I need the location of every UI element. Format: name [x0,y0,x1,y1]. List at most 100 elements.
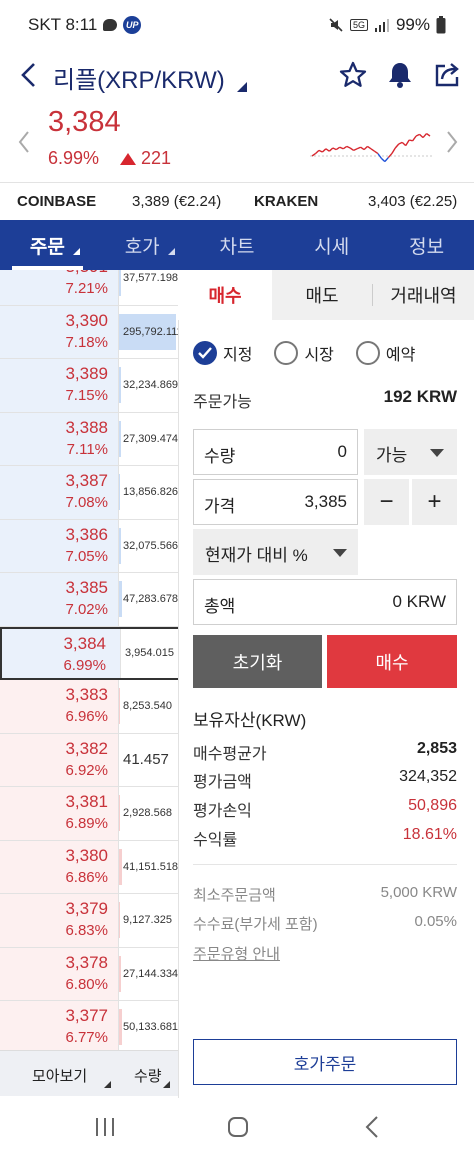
tab-order[interactable]: 주문 [0,220,95,270]
quantity-field[interactable]: 수량 0 [193,429,358,475]
quantity-toggle-button[interactable]: 수량 [134,1065,162,1086]
recent-apps-button[interactable] [88,1112,122,1142]
orderbook-qty-bar [119,527,121,564]
orderbook-price: 3,388 [65,417,108,437]
sparkline-segment [342,145,348,150]
order-guide-link[interactable]: 주문유형 안내 [193,943,280,964]
price-decrease-button[interactable]: − [364,479,409,525]
sparkline-segment [370,148,375,152]
orderbook-rate: 6.96% [65,708,108,725]
sparkline-segment [419,133,424,139]
orderbook-qty-bar [119,955,121,992]
price-summary: 3,384 6.99% 221 [0,102,474,182]
order-type-reserve[interactable]: 예약 [355,341,415,365]
orderbook-qty: 41,151.518 [123,860,178,873]
title-dropdown-icon[interactable] [237,82,247,92]
orderbook-rate: 6.83% [65,922,108,939]
tab-market[interactable]: 시세 [284,220,379,270]
order-type-limit[interactable]: 지정 [193,341,252,365]
tab-order-caret-icon [72,248,80,255]
sparkline-segment [328,147,334,152]
order-tab-history[interactable]: 거래내역 [373,270,474,320]
prev-coin-icon[interactable] [16,130,32,154]
tab-orderbook[interactable]: 호가 [95,220,190,270]
orderbook-row[interactable]: 3,377 6.77% 50,133.681 [0,1001,178,1050]
sparkline-segment [374,150,379,155]
orderbook-rate: 6.77% [65,1029,108,1046]
orderbook-qty-bar [119,795,120,831]
quote-order-button[interactable]: 호가주문 [193,1039,457,1085]
sparkline-chart [310,133,432,163]
orderbook-price: 3,389 [65,364,108,383]
orderbook-row[interactable]: 3,387 7.08% 13,856.826 [0,466,178,520]
system-back-button[interactable] [355,1112,389,1142]
order-tabs: 매수 매도 거래내역 [178,270,474,320]
orderbook-row[interactable]: 3,383 6.96% 8,253.540 [0,680,178,734]
holding-value: 50,896 [408,797,457,814]
recent-apps-icon [96,1118,114,1136]
price-increase-button[interactable]: + [412,479,457,525]
buy-button[interactable]: 매수 [327,635,457,688]
orderbook[interactable]: 3,391 7.21% 37,577.198 3,390 7.18% 295,792.11… [0,270,178,1050]
home-button[interactable] [221,1112,255,1142]
orderbook-price: 3,381 [65,792,108,811]
orderbook-price: 3,383 [65,685,108,704]
fee-label: 수수료(부가세 포함) [193,916,318,933]
orderbook-row[interactable]: 3,385 7.02% 47,283.678 [0,573,178,627]
orderbook-rate: 6.89% [65,815,108,832]
orderbook-row[interactable]: 3,391 7.21% 37,577.198 [0,270,178,306]
orderbook-rate: 6.80% [65,975,108,993]
orderbook-qty-bar [119,420,121,457]
chevron-left-icon [21,63,35,87]
coin-title[interactable]: 리플(XRP/KRW) [53,60,225,95]
holding-row-profit: 평가손익 50,896 [193,797,457,821]
order-tab-buy[interactable]: 매수 [178,270,272,320]
orderbook-row[interactable]: 3,388 7.11% 27,309.474 [0,412,178,466]
tab-chart[interactable]: 차트 [190,220,285,270]
sparkline-segment [346,145,351,149]
order-type-limit-label: 지정 [223,347,253,364]
sparkline-segment [314,149,320,155]
orderbook-row[interactable]: 3,390 7.18% 295,792.111 [0,305,178,359]
orderbook-qty: 41.457 [123,751,169,769]
orderbook-row[interactable]: 3,378 6.80% 27,144.334 [0,947,178,1001]
radio-unchecked-icon [274,341,299,365]
orderbook-row[interactable]: 3,379 6.83% 9,127.325 [0,894,178,948]
quantity-label: 수량 [204,447,236,466]
quantity-option-select[interactable]: 가능 [364,429,457,475]
alert-button[interactable] [383,58,417,92]
sparkline-segment [391,147,396,154]
order-tab-sell[interactable]: 매도 [272,270,372,320]
orderbook-qty-cell: 32,075.566 [118,519,178,572]
orderbook-row[interactable]: 3,380 6.86% 41,151.518 [0,840,178,894]
total-value: 0 KRW [392,592,446,611]
min-order-info: 최소주문금액 5,000 KRW [193,884,457,906]
favorite-button[interactable] [336,58,370,92]
orderbook-qty: 50,133.681 [123,1021,178,1034]
price-field[interactable]: 가격 3,385 [193,479,358,525]
change-amount: 221 [120,148,171,169]
order-type-market-label: 시장 [304,347,334,364]
order-type-market[interactable]: 시장 [274,341,334,365]
min-order-label: 최소주문금액 [193,887,276,904]
orderbook-qty-cell: 295,792.111 [118,305,178,358]
orderbook-row[interactable]: 3,381 6.89% 2,928.568 [0,787,178,841]
back-button[interactable] [14,58,42,92]
share-button[interactable] [430,58,464,92]
grouped-view-button[interactable]: 모아보기 [32,1065,87,1086]
price-value: 3,385 [304,492,347,511]
min-order-value: 5,000 KRW [380,884,457,901]
price-compare-select[interactable]: 현재가 대비 % [193,529,358,575]
holding-label: 매수평균가 [193,746,267,763]
order-type-group: 지정 시장 예약 [193,338,415,368]
orderbook-row[interactable]: 3,389 7.15% 32,234.869 [0,359,178,413]
total-field[interactable]: 총액 0 KRW [193,579,457,625]
orderbook-rate: 7.02% [65,601,108,618]
orderbook-row-current[interactable]: 3,384 6.99% 3,954.015 [0,626,178,680]
next-coin-icon[interactable] [444,130,460,154]
orderbook-row[interactable]: 3,386 7.05% 32,075.566 [0,519,178,573]
orderbook-row[interactable]: 3,382 6.92% 41.457 [0,733,178,787]
reset-button[interactable]: 초기화 [193,635,322,688]
orderbook-rate: 6.99% [63,656,106,674]
tab-info[interactable]: 정보 [379,220,474,270]
